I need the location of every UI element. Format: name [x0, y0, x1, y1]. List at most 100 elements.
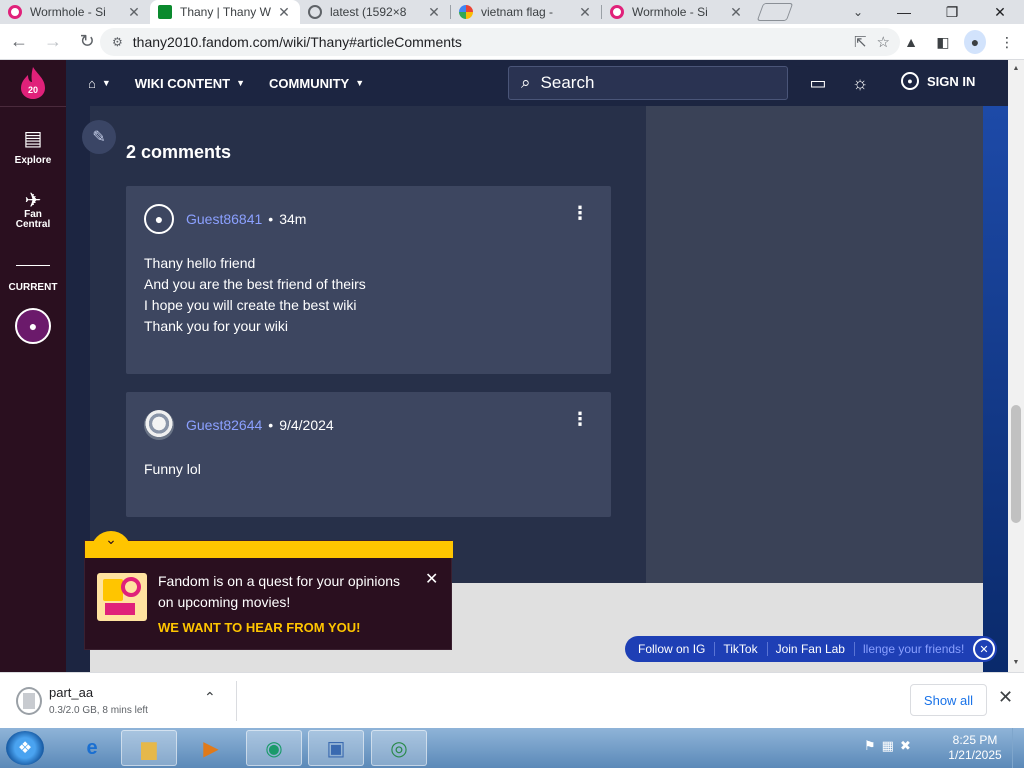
- media-player-icon[interactable]: ▶: [183, 730, 239, 766]
- volume-muted-icon[interactable]: ✖: [900, 738, 911, 754]
- new-tab-button[interactable]: [756, 3, 794, 21]
- tab-title: Wormhole - Si: [30, 5, 106, 19]
- show-desktop-button[interactable]: [1012, 728, 1024, 768]
- close-tab-icon[interactable]: ✕: [276, 4, 292, 21]
- discussions-icon[interactable]: ▭: [807, 72, 829, 94]
- browser-menu-icon[interactable]: ⋮: [996, 30, 1018, 54]
- action-center-flag-icon[interactable]: ⚑: [864, 738, 876, 754]
- start-button-icon[interactable]: ❖: [6, 731, 44, 765]
- show-all-button[interactable]: Show all: [910, 684, 987, 716]
- close-tab-icon[interactable]: ✕: [426, 4, 442, 21]
- globe-favicon-icon: [308, 5, 322, 19]
- comment-username[interactable]: Guest86841: [186, 211, 262, 227]
- theme-sun-icon[interactable]: ☼: [849, 72, 871, 94]
- download-shelf: part_aa 0.3/2.0 GB, 8 mins left ⌃ Show a…: [0, 672, 1024, 728]
- browser-tab-1[interactable]: Wormhole - Si ✕: [0, 0, 150, 24]
- address-bar[interactable]: ⚙ thany2010.fandom.com/wiki/Thany#articl…: [100, 28, 900, 56]
- site-info-icon[interactable]: ⚙: [112, 35, 123, 49]
- computer-app-icon[interactable]: ▣: [308, 730, 364, 766]
- scroll-up-icon[interactable]: ▲: [1008, 62, 1024, 76]
- rail-explore[interactable]: ▤ Explore: [0, 126, 66, 166]
- chevron-down-icon: ▼: [101, 78, 111, 88]
- rail-fan-central[interactable]: ✈ Fan Central: [0, 190, 66, 230]
- browser-tab-2[interactable]: Thany | Thany W ✕: [150, 0, 300, 24]
- extension-icon[interactable]: ▲: [900, 30, 922, 54]
- comment-header: ● Guest86841 • 34m: [144, 204, 306, 234]
- nav-wiki-content-label: WIKI CONTENT: [134, 75, 231, 91]
- download-file-name[interactable]: part_aa: [49, 685, 93, 700]
- close-icon[interactable]: ✕: [973, 638, 995, 660]
- chevron-down-icon: ▼: [236, 78, 246, 88]
- rocket-icon: ✈: [24, 190, 42, 212]
- more-options-icon[interactable]: ⋮: [571, 204, 589, 222]
- comment-header: Guest82644 • 9/4/2024: [144, 410, 334, 440]
- profile-avatar-icon[interactable]: ●: [964, 30, 986, 54]
- window-close-icon[interactable]: ✕: [976, 0, 1024, 24]
- search-input[interactable]: ⌕ Search: [508, 66, 788, 100]
- close-icon[interactable]: ✕: [425, 569, 438, 589]
- network-icon[interactable]: ▦: [882, 738, 894, 754]
- join-fan-lab-link[interactable]: Join Fan Lab: [776, 642, 855, 656]
- bookmark-star-icon[interactable]: ☆: [877, 33, 890, 51]
- restore-icon[interactable]: ❐: [928, 0, 976, 24]
- sign-in-button[interactable]: ● SIGN IN: [901, 72, 975, 90]
- internet-explorer-icon[interactable]: e: [64, 730, 120, 766]
- nav-wiki-home[interactable]: ⌂ ▼: [88, 76, 111, 91]
- fandom-top-nav: ⌂ ▼ WIKI CONTENT ▼ COMMUNITY ▼ ⌕ Search ▭ ☼…: [66, 60, 1008, 106]
- taskbar-clock[interactable]: 8:25 PM 1/21/2025: [944, 733, 1006, 763]
- download-progress-icon[interactable]: [16, 687, 42, 715]
- file-explorer-icon[interactable]: ▆: [121, 730, 177, 766]
- browser-tab-3[interactable]: latest (1592×8 ✕: [300, 0, 450, 24]
- separator-dot: •: [268, 211, 274, 227]
- more-options-icon[interactable]: ⋮: [571, 410, 589, 428]
- chevron-up-icon[interactable]: ⌃: [204, 689, 216, 706]
- challenge-link[interactable]: llenge your friends!: [863, 642, 971, 656]
- chrome-icon[interactable]: ◎: [371, 730, 427, 766]
- quest-banner-cta[interactable]: WE WANT TO HEAR FROM YOU!: [158, 620, 360, 635]
- social-follow-bar: Follow on IG TikTok Join Fan Lab llenge …: [625, 636, 997, 662]
- browser-tab-5[interactable]: Wormhole - Si ✕: [602, 0, 752, 24]
- window-controls: — ❐ ✕: [880, 0, 1024, 24]
- reload-icon[interactable]: ↻: [72, 27, 102, 57]
- comment-username[interactable]: Guest82644: [186, 417, 262, 433]
- rail-fan-central-label: Fan Central: [15, 209, 51, 230]
- quest-illustration: [97, 573, 147, 621]
- user-avatar-icon[interactable]: [144, 410, 174, 440]
- share-icon[interactable]: ⇱: [854, 33, 867, 51]
- tiktok-link[interactable]: TikTok: [723, 642, 768, 656]
- tab-title: latest (1592×8: [330, 5, 407, 19]
- chevron-down-icon: ▼: [355, 78, 365, 88]
- close-tab-icon[interactable]: ✕: [577, 4, 593, 21]
- close-icon[interactable]: ✕: [998, 687, 1013, 708]
- browser-tab-strip: Wormhole - Si ✕ Thany | Thany W ✕ latest…: [0, 0, 1024, 24]
- side-panel-icon[interactable]: ◧: [932, 30, 954, 54]
- fandom-favicon-icon: [8, 5, 22, 19]
- search-icon: ⌕: [521, 73, 531, 92]
- follow-ig-link[interactable]: Follow on IG: [638, 642, 716, 656]
- user-avatar-icon[interactable]: ●: [144, 204, 174, 234]
- close-tab-icon[interactable]: ✕: [126, 4, 142, 21]
- edit-pencil-icon[interactable]: ✎: [82, 120, 116, 154]
- page-scrollbar[interactable]: ▲ ▼: [1008, 60, 1024, 672]
- clock-time: 8:25 PM: [952, 733, 998, 747]
- address-url[interactable]: thany2010.fandom.com/wiki/Thany#articleC…: [133, 34, 854, 50]
- tab-search-chevron-icon[interactable]: ⌄: [846, 0, 870, 24]
- rail-divider: [0, 106, 66, 107]
- fandom-logo-icon[interactable]: 20: [20, 66, 46, 100]
- comment-line: Thany hello friend: [144, 255, 256, 271]
- nav-community[interactable]: COMMUNITY ▼: [269, 76, 364, 91]
- minimize-icon[interactable]: —: [880, 0, 928, 24]
- back-arrow-icon[interactable]: ←: [4, 27, 34, 57]
- scroll-down-icon[interactable]: ▼: [1008, 656, 1024, 670]
- scrollbar-thumb[interactable]: [1011, 405, 1021, 523]
- nav-wiki-content[interactable]: WIKI CONTENT ▼: [135, 76, 245, 91]
- comment-line: Funny lol: [144, 461, 201, 477]
- community-avatar-icon[interactable]: ●: [15, 308, 51, 344]
- forward-arrow-icon[interactable]: →: [38, 27, 68, 57]
- sign-in-label: SIGN IN: [927, 73, 976, 89]
- close-tab-icon[interactable]: ✕: [728, 4, 744, 21]
- browser-tab-4[interactable]: vietnam flag - ✕: [451, 0, 601, 24]
- wiki-home-icon: ⌂: [88, 75, 96, 91]
- app-circle-icon[interactable]: ◉: [246, 730, 302, 766]
- explore-icon: ▤: [23, 128, 43, 150]
